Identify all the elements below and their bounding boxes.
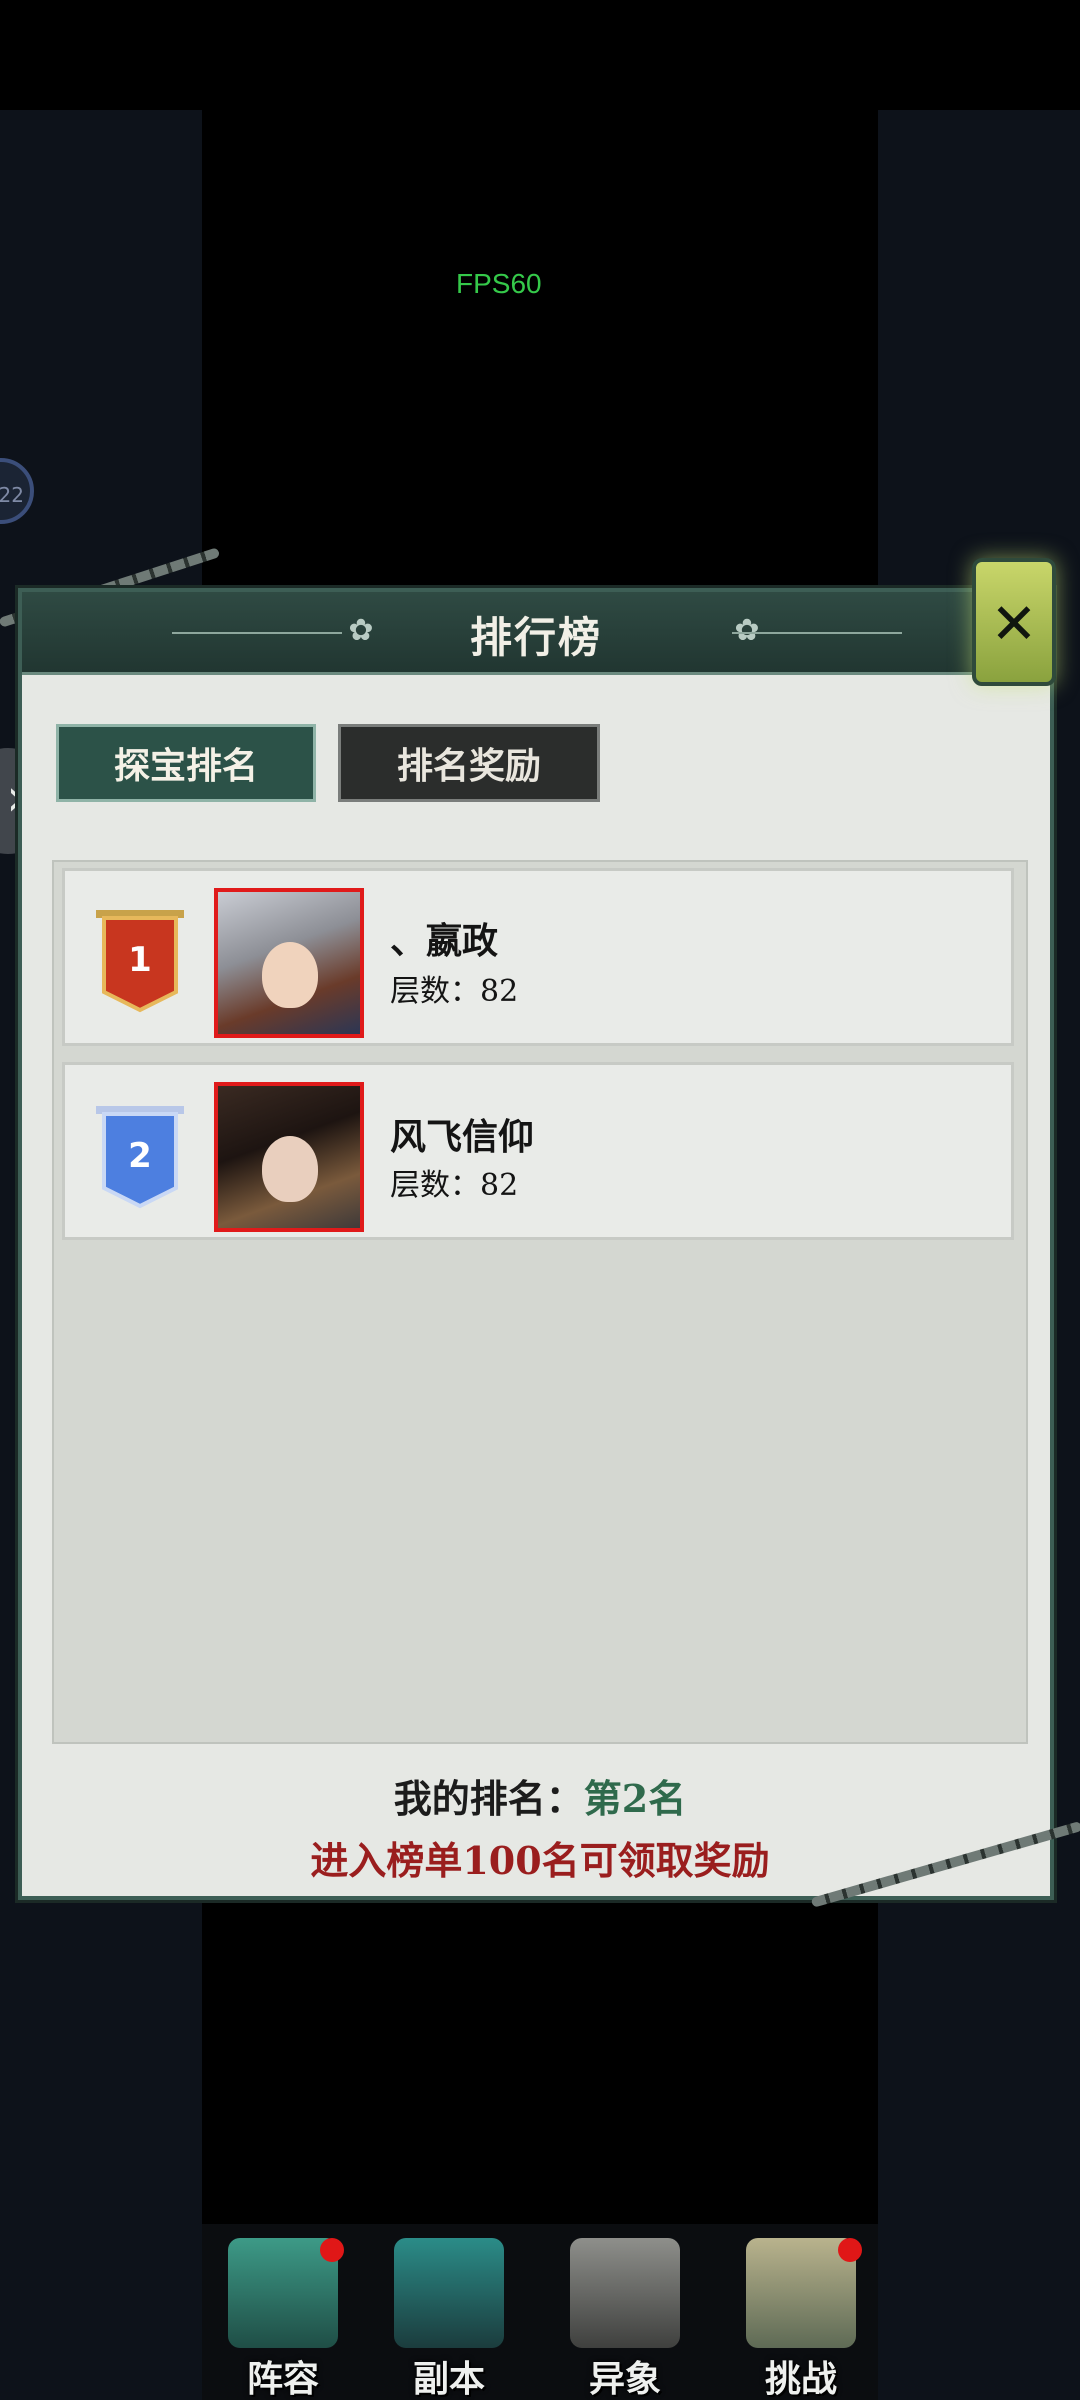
nav-label: 阵容 — [246, 2358, 319, 2400]
avatar[interactable] — [214, 1082, 364, 1232]
my-rank-value: 第2名 — [583, 1776, 687, 1821]
notification-dot — [838, 2238, 862, 2262]
title-divider-right — [732, 632, 902, 634]
nav-label: 副本 — [412, 2358, 485, 2400]
sword-icon — [394, 2238, 504, 2348]
ranking-row[interactable] — [62, 1062, 1014, 1240]
nav-challenge[interactable]: 挑战 — [726, 2238, 876, 2400]
nav-lineup[interactable]: 阵容 — [208, 2238, 358, 2400]
game-screen: FPS60 22 » ✿ 排行榜 ✿ ✕ 探宝排名 排名奖励 1 、嬴政 层数：… — [0, 0, 1080, 2400]
notification-dot — [320, 2238, 344, 2262]
rank-badge-icon: 2 — [90, 1102, 190, 1210]
player-floors: 层数：82 — [390, 1168, 519, 1203]
player-floors: 层数：82 — [390, 974, 519, 1009]
my-rank-label: 我的排名： — [393, 1776, 584, 1821]
avatar[interactable] — [214, 888, 364, 1038]
rank-number: 1 — [128, 940, 152, 980]
nav-label: 异象 — [588, 2358, 661, 2400]
player-name: 、嬴政 — [390, 920, 499, 962]
player-name: 风飞信仰 — [390, 1116, 535, 1158]
tab-ranking-rewards[interactable]: 排名奖励 — [338, 724, 600, 802]
close-icon: ✕ — [990, 592, 1038, 657]
nav-dungeon[interactable]: 副本 — [374, 2238, 524, 2400]
nav-anomaly[interactable]: 异象 — [550, 2238, 700, 2400]
my-rank: 我的排名：第2名 — [0, 1768, 1080, 1823]
ranking-row[interactable] — [62, 868, 1014, 1046]
tab-treasure-ranking[interactable]: 探宝排名 — [56, 724, 316, 802]
ornament-icon: ✿ — [734, 613, 760, 648]
modal-header: ✿ 排行榜 ✿ — [22, 592, 1050, 675]
nav-label: 挑战 — [764, 2358, 837, 2400]
rank-number: 2 — [128, 1136, 152, 1176]
rank-badge-icon: 1 — [90, 906, 190, 1014]
modal-title: 排行榜 — [469, 613, 602, 662]
close-button[interactable]: ✕ — [972, 558, 1056, 686]
crossed-swords-icon — [570, 2238, 680, 2348]
fps-counter: FPS60 — [456, 268, 542, 299]
